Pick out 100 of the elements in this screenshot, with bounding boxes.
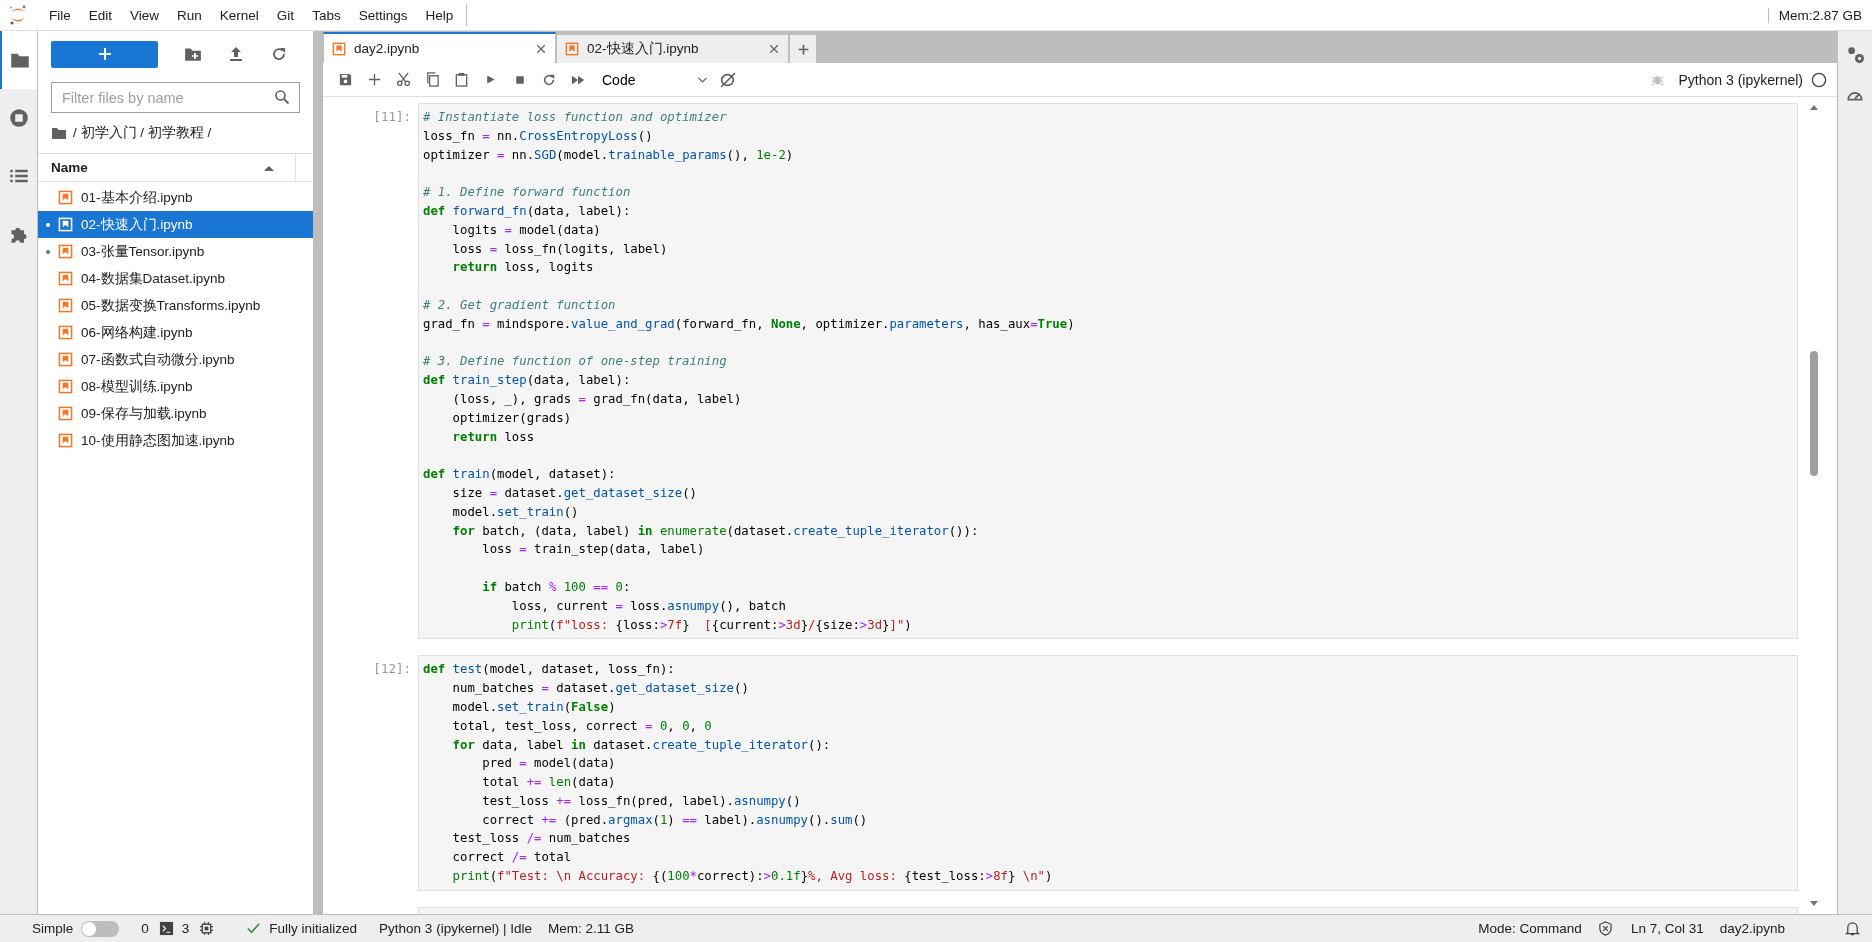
play-icon (484, 73, 497, 86)
filter-field[interactable]: Filter files by name (51, 82, 300, 113)
memory-usage: Mem: 2.11 GB (547, 921, 634, 936)
code-cell[interactable] (418, 103, 1798, 640)
code-line: # Instantiate loss function and optimizer (423, 109, 727, 126)
directory-entry[interactable]: 05-数据变换Transforms.ipynb (38, 292, 313, 319)
directory-entry[interactable]: 03-张量Tensor.ipynb (38, 238, 313, 265)
refresh-icon (271, 46, 288, 62)
scissors-icon (396, 72, 411, 87)
notebook-tab[interactable]: day2.ipynb (323, 32, 556, 63)
close-icon[interactable] (535, 42, 547, 55)
kernel-name[interactable]: Python 3 (ipykernel) (1678, 71, 1803, 88)
plus-icon (367, 72, 382, 87)
sort-ascending-icon (263, 163, 275, 172)
code-line: # 2. Get gradient function (423, 296, 616, 314)
menu-item[interactable]: Git (267, 7, 304, 23)
cell-type-dropdown[interactable]: Code (598, 67, 713, 92)
directory-entry[interactable]: 09-保存与加载.ipynb (38, 400, 313, 427)
directory-entry[interactable]: 02-快速入门.ipynb (38, 211, 313, 238)
menu-item[interactable]: Help (416, 7, 463, 23)
simple-mode-toggle[interactable] (81, 920, 120, 937)
scroll-down-icon[interactable] (1809, 900, 1819, 908)
code-line: print(f"Test: \n Accuracy: {(100*correct):>0.1f}%, Avg loss: {test_loss:>8f} \n") (451, 868, 1053, 886)
notebook-icon (565, 42, 579, 56)
code-line: for batch, (data, label) in enumerate(dataset.create_tuple_iterator()): (451, 522, 979, 540)
code-line: test_loss /= num_batches (451, 830, 631, 848)
bell-icon[interactable] (1845, 921, 1860, 936)
notebook-icon (58, 325, 73, 340)
code-line: return loss, logits (451, 259, 594, 277)
code-line: size = dataset.get_dataset_size() (451, 484, 697, 502)
scrollbar-thumb[interactable] (1810, 351, 1818, 476)
notebook-icon (58, 271, 73, 286)
name-column-header[interactable]: Name (38, 154, 296, 181)
close-icon[interactable] (768, 43, 780, 55)
new-tab-button[interactable] (789, 34, 817, 63)
directory-entry[interactable]: 08-模型训练.ipynb (38, 373, 313, 400)
logo-icon (8, 4, 28, 26)
scroll-up-icon[interactable] (1809, 103, 1819, 111)
menu-item[interactable]: Tabs (303, 7, 350, 23)
code-line: for data, label in dataset.create_tuple_iterator(): (451, 736, 831, 754)
code-line: grad_fn = mindspore.value_and_grad(forward_fn, None, optimizer.parameters, has_aux=True) (423, 315, 1075, 333)
menu-item[interactable]: File (40, 7, 80, 23)
notebook-tab[interactable]: 02-快速入门.ipynb (556, 34, 789, 63)
code-line: # 1. Define forward function (423, 184, 631, 202)
code-line: optimizer(grads) (451, 409, 572, 427)
directory-entry[interactable]: 10-使用静态图加速.ipynb (38, 427, 313, 454)
notebook-icon (58, 298, 73, 313)
extension-status: Fully initialized (269, 921, 358, 936)
stop-icon (513, 73, 526, 86)
folder-plus-icon (183, 45, 202, 63)
directory-entry[interactable]: 06-网络构建.ipynb (38, 319, 313, 346)
code-line: correct /= total (451, 849, 572, 867)
menu-item[interactable]: Run (168, 7, 211, 23)
notebook-icon (58, 244, 73, 259)
notebook-icon (58, 352, 73, 367)
menu-item[interactable]: Kernel (210, 7, 268, 23)
new-launcher-button[interactable] (51, 40, 159, 68)
check-icon (246, 921, 262, 936)
code-line: num_batches = dataset.get_dataset_size() (451, 680, 749, 698)
code-line: (loss, _), grads = grad_fn(data, label) (451, 390, 742, 408)
shield-icon[interactable] (1597, 921, 1613, 936)
menu-item[interactable]: View (121, 7, 169, 23)
notebook-icon (58, 190, 73, 205)
kernel-status-icon (1811, 71, 1827, 88)
menu-item[interactable]: Settings (349, 7, 417, 23)
cursor-position[interactable]: Ln 7, Col 31 (1630, 921, 1704, 936)
directory-entry[interactable]: 04-数据集Dataset.ipynb (38, 265, 313, 292)
code-line: total, test_loss, correct = 0, 0, 0 (451, 717, 712, 735)
memory-usage: Mem:2.87 GB (1767, 7, 1872, 23)
code-line: if batch % 100 == 0: (481, 578, 631, 596)
notebook-icon (58, 406, 73, 421)
chip-icon[interactable] (199, 921, 215, 936)
code-line: def test(model, dataset, loss_fn): (423, 661, 675, 679)
save-icon (338, 72, 353, 87)
notebook-icon (58, 433, 73, 448)
sidebar-tab[interactable] (0, 31, 37, 89)
directory-entry[interactable]: 07-函数式自动微分.ipynb (38, 346, 313, 373)
menu-item[interactable]: Edit (79, 7, 122, 23)
stop-circle-icon[interactable] (8, 108, 29, 128)
code-line: loss = loss_fn(logits, label) (451, 240, 668, 258)
code-line: # 3. Define function of one-step training (423, 353, 727, 371)
kernel-count: 3 (181, 921, 190, 936)
code-line: pred = model(data) (481, 755, 616, 773)
breadcrumb[interactable]: / 初学入门 / 初学教程 / (73, 124, 212, 142)
code-line: total += len(data) (481, 774, 616, 792)
code-line: def train(model, dataset): (423, 466, 616, 484)
copy-icon (425, 72, 440, 87)
code-line: def train_step(data, label): (423, 372, 631, 390)
current-file: day2.ipynb (1719, 921, 1785, 936)
code-cell[interactable] (418, 655, 1798, 891)
code-line: model.set_train() (451, 503, 579, 521)
code-line: logits = model(data) (451, 221, 601, 239)
notebook-mode: Mode: Command (1478, 921, 1582, 936)
code-line: loss = train_step(data, label) (481, 541, 705, 559)
folder-icon[interactable] (51, 125, 67, 141)
kernel-status[interactable]: Python 3 (ipykernel) | Idle (379, 921, 532, 936)
directory-entry[interactable]: 01-基本介绍.ipynb (38, 184, 313, 211)
terminal-icon[interactable] (158, 921, 174, 936)
upload-icon (228, 46, 245, 62)
plus-icon (796, 42, 810, 56)
